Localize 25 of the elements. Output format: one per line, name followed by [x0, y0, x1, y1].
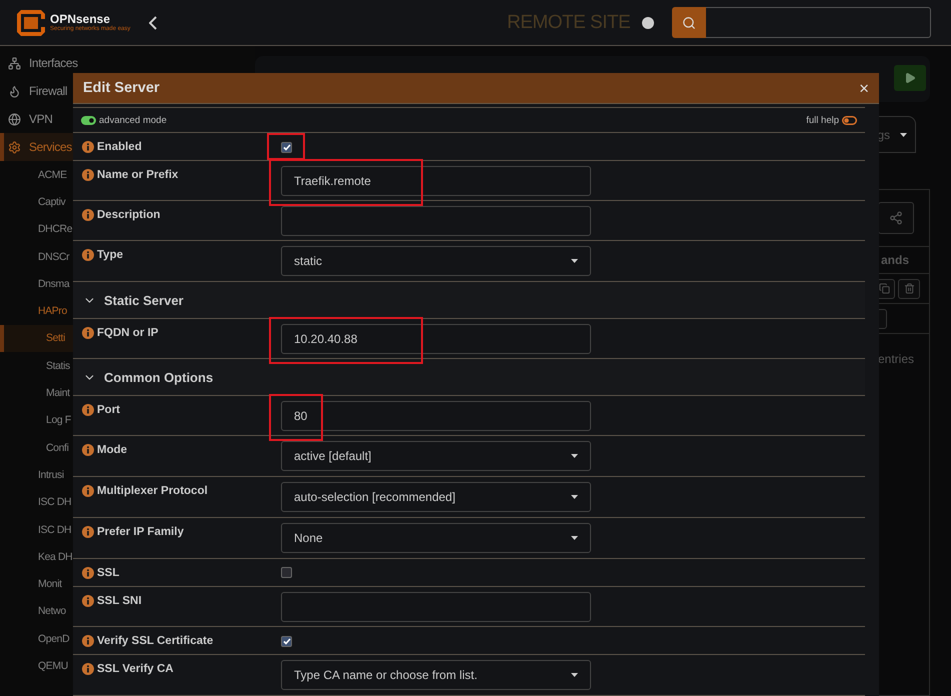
- field-label: Type: [97, 249, 123, 261]
- toggle-label: advanced mode: [99, 114, 167, 126]
- field-label: Multiplexer Protocol: [97, 485, 208, 497]
- field-label: FQDN or IP: [97, 327, 158, 339]
- field-label: Verify SSL Certificate: [97, 635, 214, 647]
- entries-text: entries: [878, 352, 914, 366]
- section-title: Static Server: [104, 292, 184, 308]
- sidebar-label: Services: [29, 140, 72, 154]
- field-label: Mode: [97, 444, 128, 456]
- dialog-title: Edit Server: [83, 80, 160, 96]
- sidebar-label: Interfaces: [29, 56, 78, 70]
- field-label: SSL Verify CA: [97, 663, 174, 675]
- field-label: SSL: [97, 567, 120, 579]
- brand-name: OPNsense: [50, 12, 112, 26]
- field-label: Enabled: [97, 141, 142, 153]
- field-label: Prefer IP Family: [97, 526, 184, 538]
- toggle-label: full help: [806, 114, 839, 126]
- sidebar-label: Firewall: [29, 84, 68, 98]
- section-title: Common Options: [104, 370, 214, 384]
- field-label: Port: [97, 404, 120, 416]
- field-label: Name or Prefix: [97, 169, 178, 181]
- field-label: Description: [97, 209, 160, 221]
- column-header: ands: [880, 253, 909, 267]
- sidebar-label: VPN: [29, 112, 52, 126]
- field-label: SSL SNI: [97, 595, 142, 607]
